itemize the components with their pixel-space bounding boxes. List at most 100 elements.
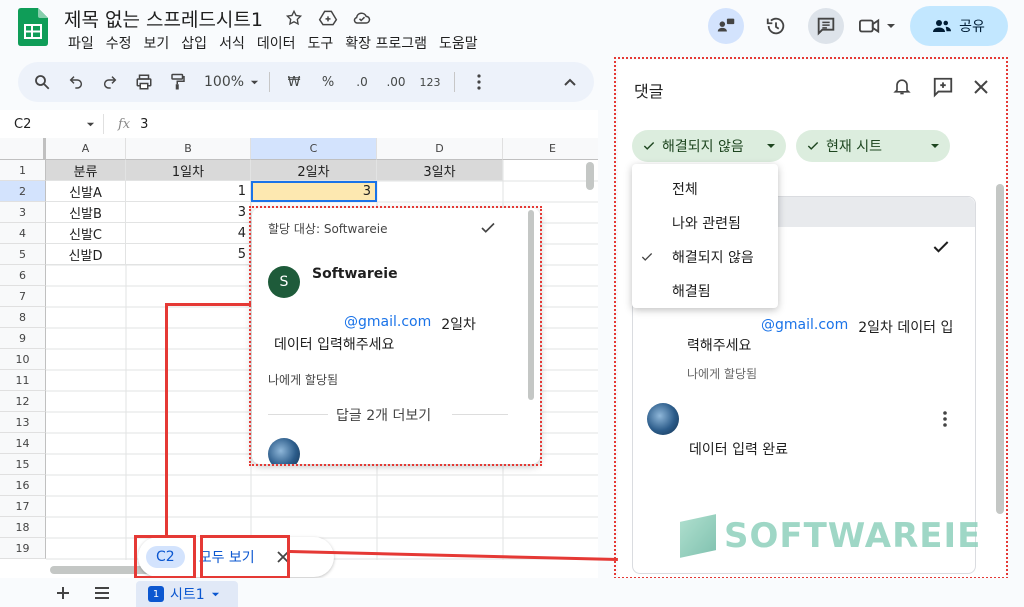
comment-icon [817,17,835,36]
row-header[interactable]: 19 [0,538,46,559]
toolbar: 100% ₩ % .0 .00 123 [18,62,594,102]
cloud-saved-icon[interactable] [350,6,374,30]
column-header-b[interactable]: B [126,138,251,160]
share-label: 공유 [959,19,985,35]
select-all-corner[interactable] [0,138,46,160]
row-header[interactable]: 10 [0,349,46,370]
fx-icon: fx [118,116,131,132]
row-header[interactable]: 13 [0,412,46,433]
caret-down-icon [887,24,895,28]
zoom-select[interactable]: 100% [204,68,259,96]
format-percent-button[interactable]: % [314,68,342,96]
document-title[interactable]: 제목 없는 스프레드시트1 [64,5,263,32]
row-header[interactable]: 18 [0,517,46,538]
increase-decimal-label: .00 [386,75,406,89]
toolbar-divider [269,72,271,92]
print-button[interactable] [130,68,158,96]
video-call-icon [859,18,880,34]
cell-a3[interactable]: 신발B [46,202,126,223]
cell-b4[interactable]: 4 [126,223,251,244]
all-sheets-icon[interactable] [94,587,110,599]
undo-button[interactable] [62,68,90,96]
caret-down-icon [250,80,259,84]
row-header[interactable]: 9 [0,328,46,349]
cell-a1[interactable]: 분류 [46,160,126,181]
cell-b5[interactable]: 5 [126,244,251,265]
history-icon [766,17,785,35]
cell-b1[interactable]: 1일차 [126,160,251,181]
column-header-a[interactable]: A [46,138,126,160]
name-box-value: C2 [14,116,32,132]
search-menus-button[interactable] [28,68,56,96]
menu-extensions[interactable]: 확장 프로그램 [339,33,433,53]
decrease-decimal-button[interactable]: .0 [348,68,376,96]
cell-a4[interactable]: 신발C [46,223,126,244]
zoom-value: 100% [204,74,245,90]
sheet-tab[interactable]: 1 시트1 [136,581,238,607]
people-icon [933,20,952,32]
annotation-box [200,535,290,579]
row-header[interactable]: 3 [0,202,46,223]
menu-edit[interactable]: 수정 [100,33,138,53]
menu-data[interactable]: 데이터 [251,33,302,53]
menu-format[interactable]: 서식 [213,33,251,53]
meet-button[interactable] [858,15,896,37]
row-header[interactable]: 6 [0,265,46,286]
more-formats-button[interactable]: 123 [416,68,444,96]
formula-bar: C2 fx 3 [0,110,598,138]
more-vert-icon [477,74,481,90]
redo-button[interactable] [96,68,124,96]
annotation-line [165,303,168,535]
format-currency-button[interactable]: ₩ [280,68,308,96]
cell-b3[interactable]: 3 [126,202,251,223]
name-box[interactable]: C2 [0,114,104,134]
row-header[interactable]: 15 [0,454,46,475]
more-options-button[interactable] [465,68,493,96]
menu-view[interactable]: 보기 [138,33,176,53]
row-header[interactable]: 14 [0,433,46,454]
column-header-d[interactable]: D [377,138,503,160]
paint-format-button[interactable] [164,68,192,96]
sheet-number-badge: 1 [148,586,164,602]
cell-a2[interactable]: 신발A [46,181,126,202]
add-sheet-icon[interactable] [56,586,70,600]
annotation-highlight [614,57,1008,579]
move-to-drive-icon[interactable] [316,6,340,30]
menu-tools[interactable]: 도구 [301,33,339,53]
row-header[interactable]: 7 [0,286,46,307]
paint-format-icon [171,73,185,90]
collapse-toolbar-button[interactable] [556,68,584,96]
search-icon [35,75,50,90]
menu-insert[interactable]: 삽입 [175,33,213,53]
annotation-highlight [249,206,542,466]
formula-input[interactable]: 3 [140,117,148,132]
sheets-logo[interactable] [18,8,48,46]
share-button[interactable]: 공유 [910,6,1008,46]
column-header-e[interactable]: E [503,138,598,160]
row-header[interactable]: 2 [0,181,46,202]
cell-c2-selected[interactable]: 3 [251,181,377,202]
row-header[interactable]: 11 [0,370,46,391]
cell-c1[interactable]: 2일차 [251,160,377,181]
row-header[interactable]: 8 [0,307,46,328]
sheet-bar: 1 시트1 [0,578,1024,607]
annotation-line [165,303,251,306]
row-header[interactable]: 12 [0,391,46,412]
cell-a5[interactable]: 신발D [46,244,126,265]
row-header[interactable]: 5 [0,244,46,265]
column-header-c[interactable]: C [251,138,377,160]
increase-decimal-button[interactable]: .00 [382,68,410,96]
row-header[interactable]: 16 [0,475,46,496]
chat-button[interactable] [708,8,744,44]
row-header[interactable]: 1 [0,160,46,181]
menu-file[interactable]: 파일 [62,33,100,53]
version-history-button[interactable] [758,8,794,44]
comments-button[interactable] [808,8,844,44]
cell-b2[interactable]: 1 [126,181,251,202]
vertical-scrollbar[interactable] [586,162,594,190]
row-header[interactable]: 4 [0,223,46,244]
cell-d1[interactable]: 3일차 [377,160,503,181]
star-icon[interactable] [282,6,306,30]
menu-help[interactable]: 도움말 [433,33,484,53]
row-header[interactable]: 17 [0,496,46,517]
